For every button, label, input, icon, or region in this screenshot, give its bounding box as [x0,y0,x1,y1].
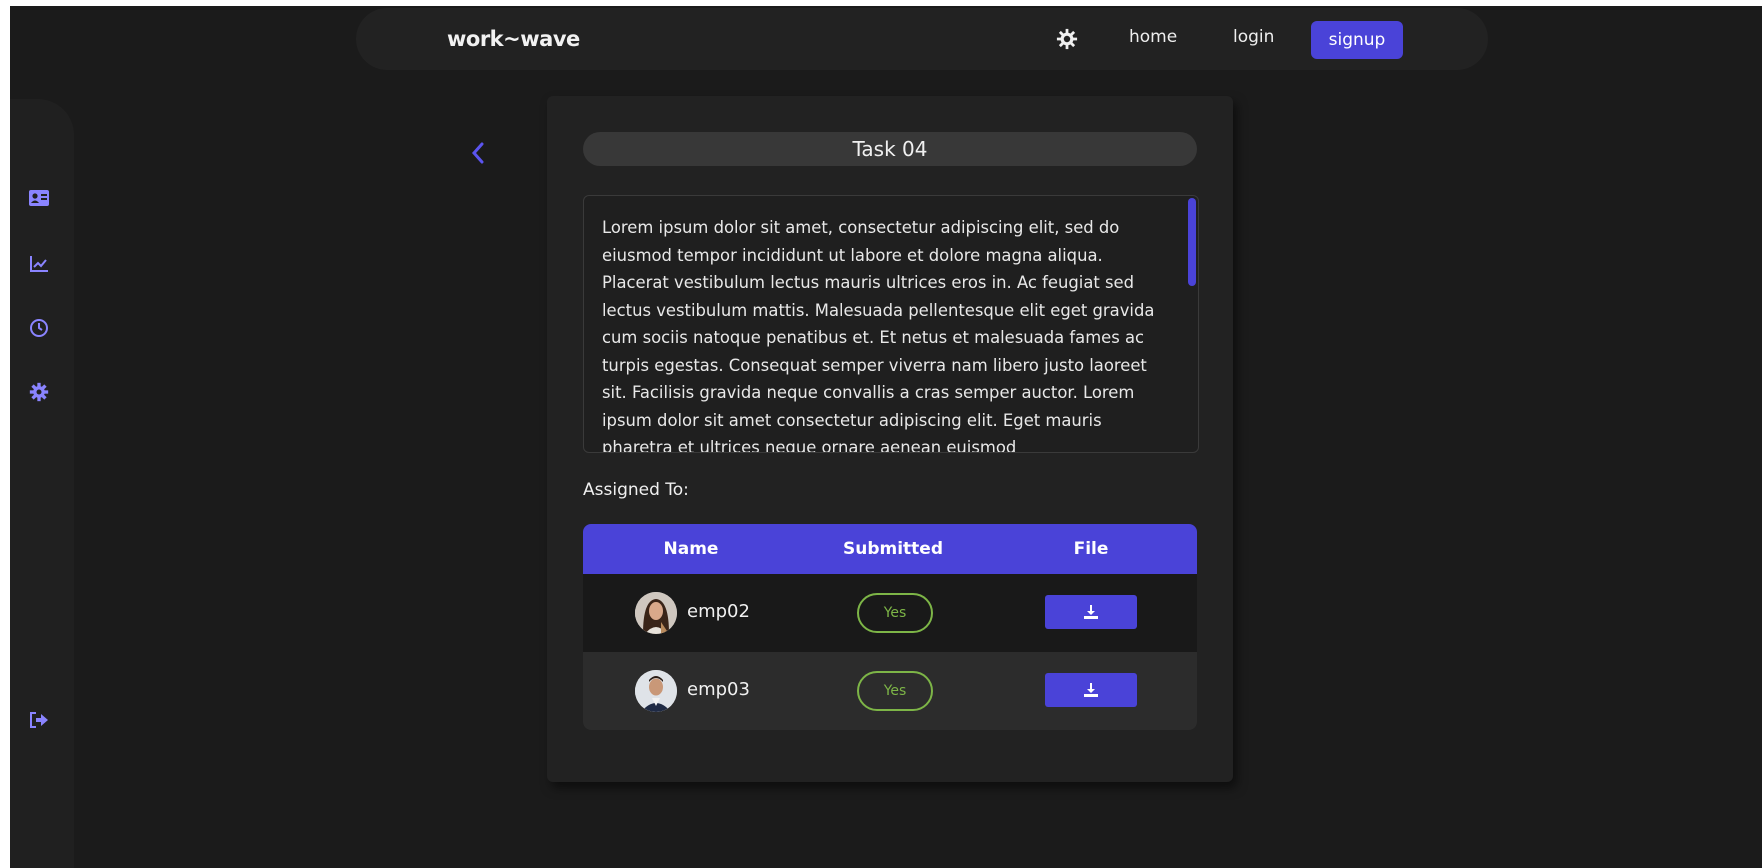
submitted-status-badge: Yes [857,593,933,633]
gear-icon[interactable] [26,379,52,405]
avatar [635,670,677,712]
column-header-name: Name [663,539,719,559]
nav-home-link[interactable]: home [1129,27,1177,47]
sidebar [10,99,74,868]
id-card-icon[interactable] [26,185,52,211]
table-row: emp02 Yes [583,574,1197,652]
table-header: Name Submitted File [583,524,1197,574]
table-row: emp03 Yes [583,652,1197,730]
logout-icon[interactable] [26,707,52,733]
column-header-submitted: Submitted [842,539,944,559]
clock-icon[interactable] [26,315,52,341]
column-header-file: File [1073,539,1109,559]
assigned-to-label: Assigned To: [583,480,689,500]
brand-logo[interactable]: work~wave [447,27,580,51]
back-chevron-icon[interactable] [466,138,490,168]
submitted-status-badge: Yes [857,671,933,711]
avatar [635,592,677,634]
top-navbar: work~wave home login signup [356,8,1488,70]
chart-line-icon[interactable] [26,251,52,277]
task-title: Task 04 [583,132,1197,166]
nav-login-link[interactable]: login [1233,27,1274,47]
app-frame: work~wave home login signup Task 04 Lore… [10,6,1762,868]
task-description-box[interactable]: Lorem ipsum dolor sit amet, consectetur … [583,195,1199,453]
description-scrollbar[interactable] [1188,198,1196,286]
task-description: Lorem ipsum dolor sit amet, consectetur … [602,218,1155,453]
signup-button[interactable]: signup [1311,21,1403,59]
employee-name: emp03 [687,679,750,700]
theme-toggle-icon[interactable] [1056,28,1078,50]
download-icon [1084,605,1098,619]
task-card: Task 04 Lorem ipsum dolor sit amet, cons… [547,96,1233,782]
download-icon [1084,683,1098,697]
employee-name: emp02 [687,601,750,622]
download-file-button[interactable] [1045,673,1137,707]
download-file-button[interactable] [1045,595,1137,629]
assignees-table: Name Submitted File emp02 Yes emp03 Yes [583,524,1197,730]
